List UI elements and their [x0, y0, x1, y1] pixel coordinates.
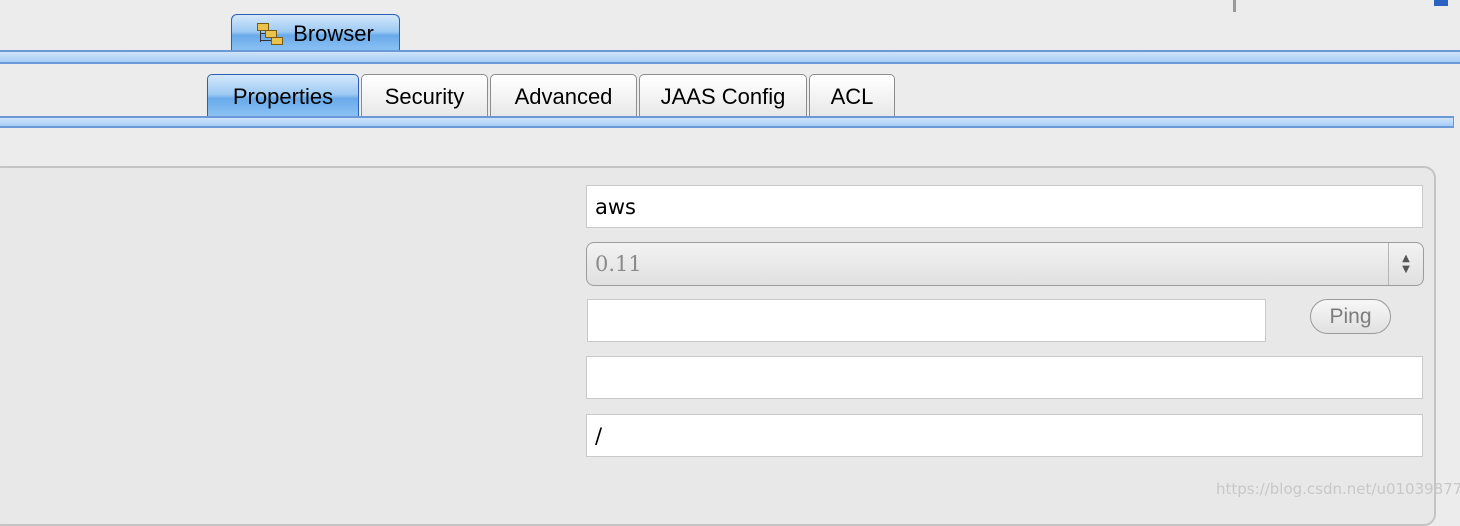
tab-browser[interactable]: Browser — [231, 14, 400, 52]
tab-properties-label: Properties — [232, 83, 334, 109]
name-field[interactable]: aws — [586, 185, 1423, 228]
tab-security[interactable]: Security — [361, 74, 488, 118]
inner-tab-strip — [0, 116, 1454, 128]
tab-acl-label: ACL — [830, 83, 874, 109]
ping-button[interactable]: Ping — [1310, 299, 1391, 334]
path-field[interactable]: / — [586, 414, 1423, 457]
window-corner-mark — [1434, 0, 1448, 6]
name-field-value: aws — [595, 194, 636, 219]
watermark: https://blog.csdn.net/u010398771 — [1216, 480, 1460, 498]
outer-tab-strip — [0, 50, 1460, 64]
version-select-value: 0.11 — [595, 252, 642, 276]
top-divider — [1233, 0, 1236, 12]
tab-properties[interactable]: Properties — [207, 74, 359, 118]
version-select[interactable]: 0.11 ▲ ▼ — [586, 242, 1424, 286]
tree-hierarchy-icon — [257, 22, 285, 45]
inner-tab-bar: Properties Security Advanced JAAS Config… — [207, 74, 895, 118]
tab-jaas-config-label: JAAS Config — [660, 83, 786, 109]
ping-button-label: Ping — [1329, 304, 1372, 328]
port-field[interactable] — [586, 356, 1423, 399]
tab-security-label: Security — [384, 83, 465, 109]
tab-jaas-config[interactable]: JAAS Config — [639, 74, 807, 118]
host-field[interactable] — [587, 299, 1266, 342]
tab-acl[interactable]: ACL — [809, 74, 895, 118]
tab-advanced[interactable]: Advanced — [490, 74, 637, 118]
path-field-value: / — [595, 423, 603, 448]
tab-browser-label: Browser — [293, 20, 374, 46]
tab-advanced-label: Advanced — [514, 83, 613, 109]
up-down-arrows-icon: ▲ ▼ — [1388, 243, 1423, 285]
